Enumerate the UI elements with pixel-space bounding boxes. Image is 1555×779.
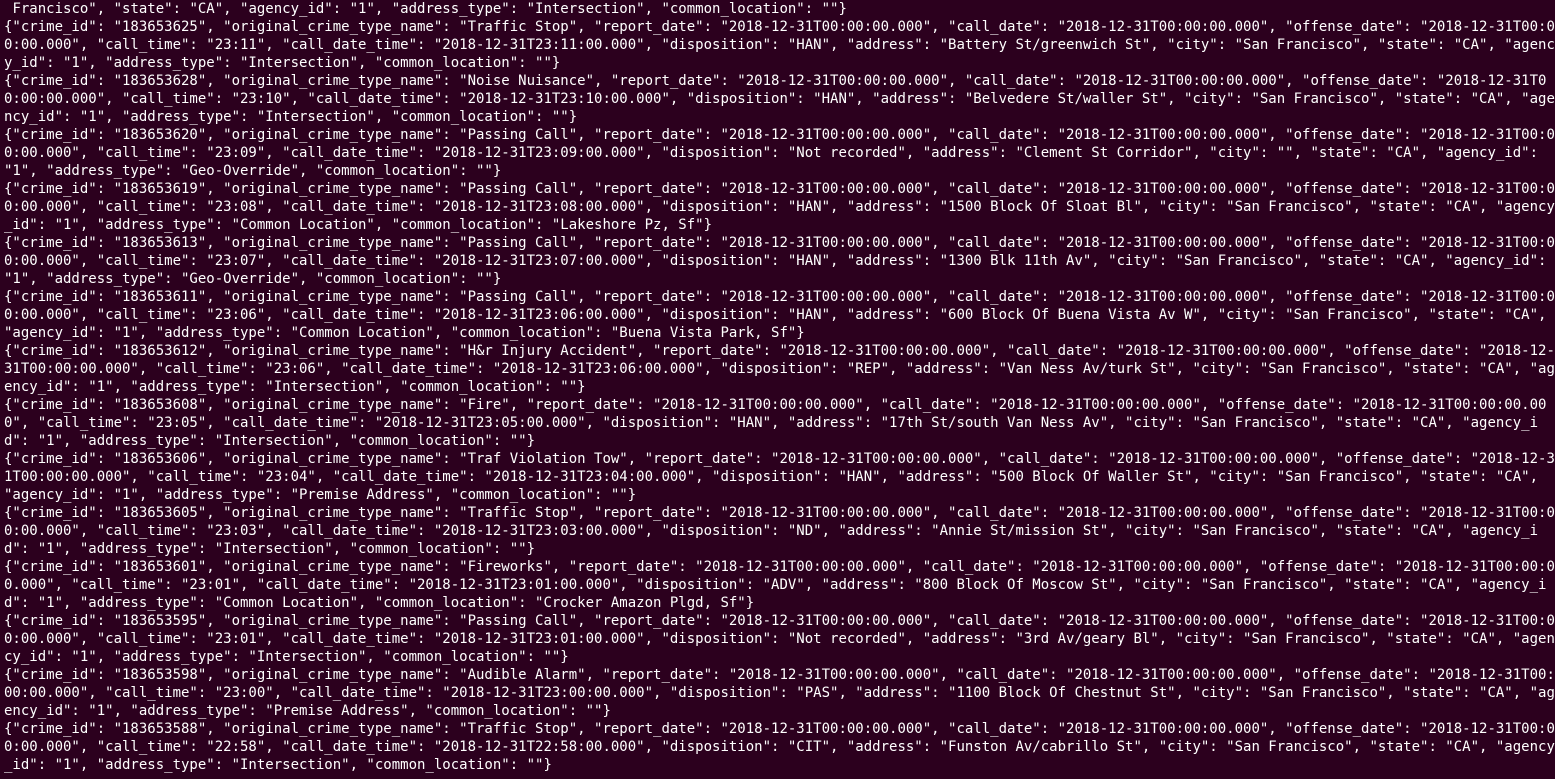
terminal-records-block: {"crime_id": "183653625", "original_crim… — [4, 19, 1555, 773]
terminal-partial-line: Francisco", "state": "CA", "agency_id": … — [4, 1, 847, 17]
terminal-output[interactable]: Francisco", "state": "CA", "agency_id": … — [0, 0, 1555, 774]
